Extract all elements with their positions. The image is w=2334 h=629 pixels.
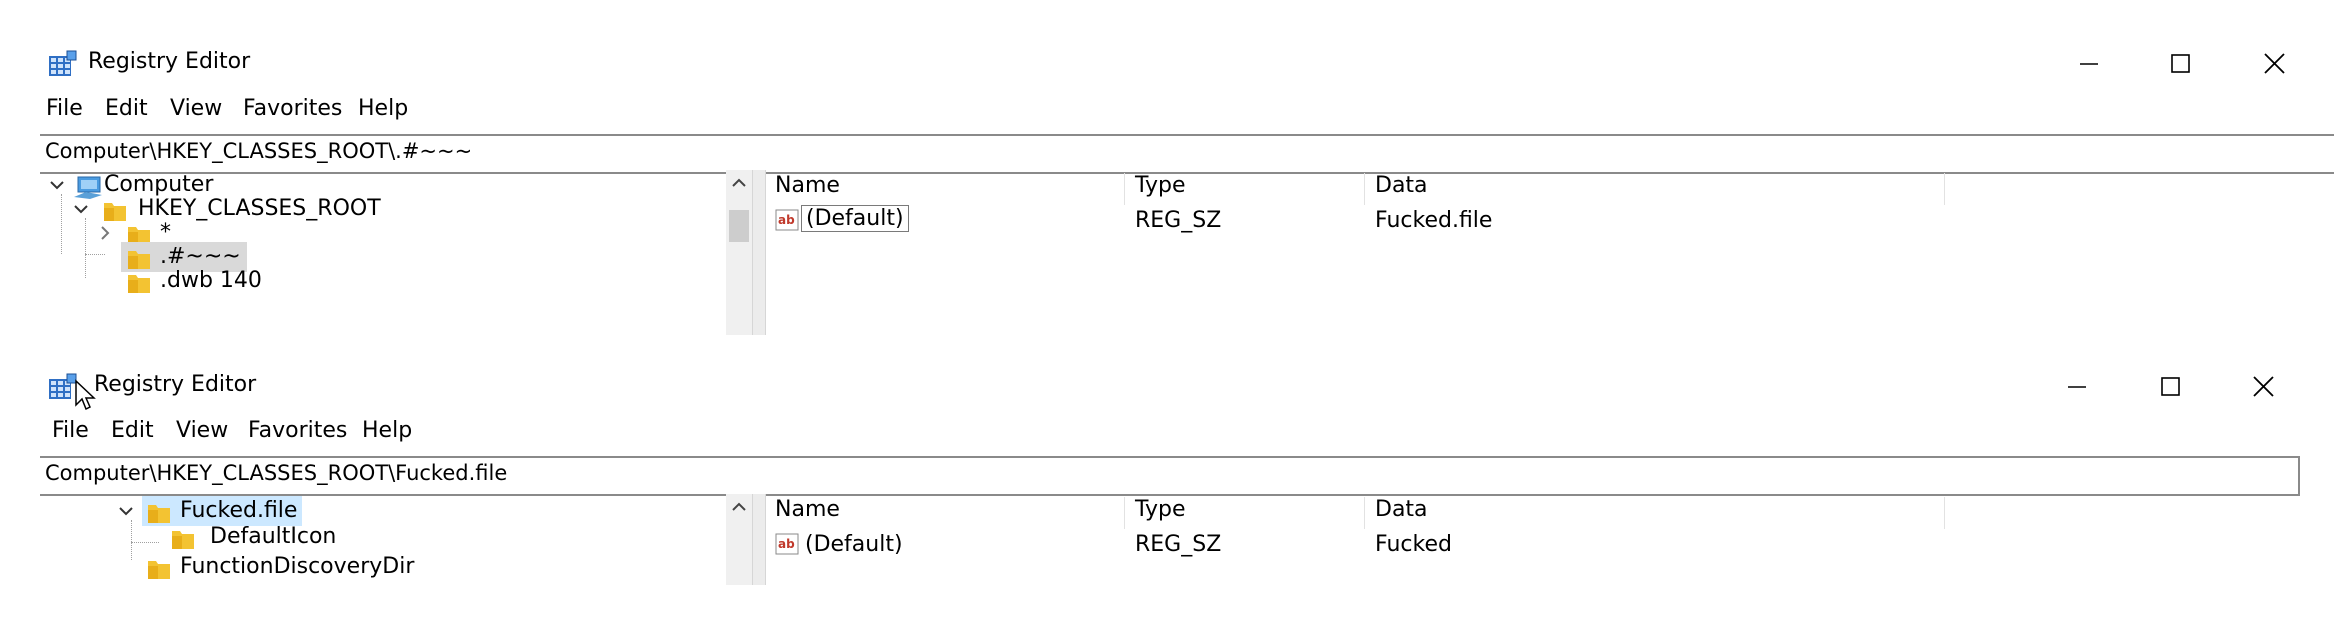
scroll-up-arrow-icon[interactable] [726, 496, 752, 518]
column-header-name[interactable]: Name [765, 173, 1125, 205]
svg-text:ab: ab [778, 537, 795, 551]
menu-favorites[interactable]: Favorites [248, 418, 347, 443]
regedit-app-icon [49, 50, 77, 76]
value-name: (Default) [805, 532, 903, 557]
menu-edit[interactable]: Edit [105, 96, 148, 121]
column-header-type[interactable]: Type [1125, 173, 1365, 205]
pane-splitter[interactable] [752, 494, 766, 585]
column-header-type[interactable]: Type [1125, 497, 1365, 529]
registry-editor-window-2: Registry Editor File Edit View Favorites… [40, 363, 2300, 585]
address-path: Computer\HKEY_CLASSES_ROOT\.#~~~ [45, 139, 473, 163]
string-value-icon: ab [775, 533, 799, 555]
string-value-icon: ab [775, 209, 799, 231]
column-header-data[interactable]: Data [1365, 173, 1945, 205]
values-list-pane: Name Type Data ab (Default) REG_SZ Fucke… [765, 494, 2300, 585]
value-row[interactable]: ab (Default) REG_SZ Fucked [765, 528, 2300, 562]
menu-file[interactable]: File [46, 96, 83, 121]
pane-splitter[interactable] [752, 170, 766, 335]
menu-edit[interactable]: Edit [111, 418, 154, 443]
menu-view[interactable]: View [176, 418, 228, 443]
column-header-data[interactable]: Data [1365, 497, 1945, 529]
tree-label-selected: Fucked.file [180, 498, 298, 523]
minimize-icon[interactable] [2046, 363, 2106, 409]
value-type: REG_SZ [1135, 208, 1222, 233]
title-bar[interactable]: Registry Editor [40, 363, 2300, 411]
value-type: REG_SZ [1135, 532, 1222, 557]
tree-node-cutoff[interactable]: .dwb 140 [40, 266, 720, 300]
tree-label-cutoff: .dwb 140 [160, 268, 262, 293]
value-row[interactable]: ab (Default) REG_SZ Fucked.file [765, 204, 2334, 238]
window-title: Registry Editor [94, 372, 257, 397]
key-tree-pane: Fucked.file DefaultIcon FunctionDiscover… [40, 494, 752, 585]
menu-favorites[interactable]: Favorites [243, 96, 342, 121]
minimize-icon[interactable] [2058, 40, 2118, 86]
scroll-thumb[interactable] [729, 210, 749, 242]
close-icon[interactable] [2244, 40, 2304, 86]
values-list-pane: Name Type Data ab (Default) REG_SZ Fucke… [765, 170, 2334, 335]
value-data: Fucked [1375, 532, 1452, 557]
folder-icon [128, 275, 150, 293]
window-title: Registry Editor [88, 49, 251, 74]
maximize-icon[interactable] [2150, 40, 2210, 86]
column-header-name[interactable]: Name [765, 497, 1125, 529]
menu-help[interactable]: Help [358, 96, 408, 121]
tree-scrollbar[interactable] [726, 170, 752, 335]
registry-editor-window-1: Registry Editor File Edit View Favorites… [40, 40, 2334, 335]
value-name: (Default) [801, 205, 909, 232]
menu-help[interactable]: Help [362, 418, 412, 443]
maximize-icon[interactable] [2140, 363, 2200, 409]
title-bar[interactable]: Registry Editor [40, 40, 2334, 86]
value-data: Fucked.file [1375, 208, 1493, 233]
tree-node-cutoff[interactable]: FunctionDiscoveryDir [40, 552, 720, 585]
menu-file[interactable]: File [52, 418, 89, 443]
key-tree-pane: Computer HKEY_CLASSES_ROOT * .#~~~ .dwb … [40, 170, 752, 335]
menu-bar: File Edit View Favorites Help [40, 94, 2334, 128]
folder-icon [172, 531, 194, 549]
folder-icon [148, 561, 170, 579]
menu-view[interactable]: View [170, 96, 222, 121]
tree-scrollbar[interactable] [726, 494, 752, 585]
tree-label-cutoff: FunctionDiscoveryDir [180, 554, 415, 579]
tree-node-defaulticon[interactable]: DefaultIcon [40, 522, 720, 556]
chevron-down-icon[interactable] [116, 498, 136, 524]
address-bar[interactable]: Computer\HKEY_CLASSES_ROOT\.#~~~ [40, 134, 2334, 174]
close-icon[interactable] [2233, 363, 2293, 409]
address-bar[interactable]: Computer\HKEY_CLASSES_ROOT\Fucked.file [40, 456, 2300, 496]
tree-label-defaulticon: DefaultIcon [210, 524, 337, 549]
scroll-up-arrow-icon[interactable] [726, 172, 752, 194]
address-path: Computer\HKEY_CLASSES_ROOT\Fucked.file [45, 461, 508, 485]
svg-text:ab: ab [778, 213, 795, 227]
menu-bar: File Edit View Favorites Help [40, 416, 2300, 450]
